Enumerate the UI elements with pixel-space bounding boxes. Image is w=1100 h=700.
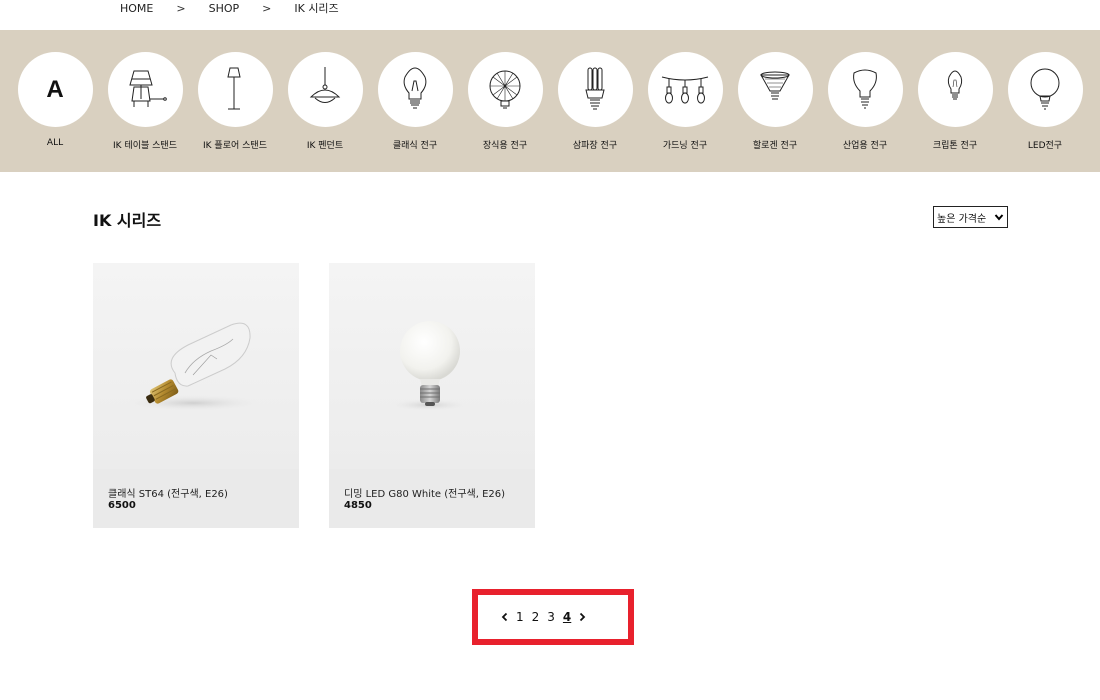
prev-page-button[interactable] [498,610,512,624]
product-image[interactable] [93,263,299,469]
industrial-bulb-icon [853,69,877,108]
sort-selected-value: 높은 가격순 [937,213,987,225]
category-label: 크립톤 전구 [932,141,978,151]
category-band: A ALL IK 테이블 스탠드 IK 플로어 스탠드 IK 펜던트 클래식 전… [0,30,1100,172]
chevron-left-icon [501,612,508,622]
decorative-bulb-icon [489,70,521,108]
category-ik-floor-stand[interactable]: IK 플로어 스탠드 [190,52,280,151]
category-circle [287,52,363,127]
all-letter-icon: A [46,75,64,103]
page-link-current[interactable]: 4 [563,610,571,624]
sort-select[interactable]: 높은 가격순 [933,206,1008,228]
category-circle [827,52,903,127]
category-label: 클래식 전구 [392,141,438,151]
category-krypton-bulb[interactable]: 크립톤 전구 [910,52,1000,151]
category-circle [737,52,813,127]
product-card[interactable]: 디밍 LED G80 White (전구색, E26) 4850 [329,263,535,528]
breadcrumb: HOME > SHOP > IK 시리즈 [120,0,339,16]
classic-bulb-icon [403,66,427,108]
category-circle [197,52,273,127]
category-label: LED전구 [1027,141,1063,151]
edison-bulb-icon [123,322,263,411]
category-decorative-bulb[interactable]: 장식용 전구 [460,52,550,151]
breadcrumb-shop[interactable]: SHOP [209,2,240,15]
table-stand-icon [129,70,167,107]
pagination: 1 2 3 4 [498,608,589,626]
category-led-bulb[interactable]: LED전구 [1000,52,1090,151]
category-circle [1007,52,1083,127]
category-circle [557,52,633,127]
category-halogen-bulb[interactable]: 할로겐 전구 [730,52,820,151]
breadcrumb-separator: > [176,1,186,15]
product-price: 4850 [344,500,372,511]
next-page-button[interactable] [575,610,589,624]
category-circle [377,52,453,127]
breadcrumb-separator: > [262,1,272,15]
page-link[interactable]: 2 [532,610,540,624]
product-name[interactable]: 디밍 LED G80 White (전구색, E26) [344,485,505,500]
globe-bulb-icon [389,321,469,411]
category-triple-wave-bulb[interactable]: 삼파장 전구 [550,52,640,151]
category-ik-pendant[interactable]: IK 펜던트 [280,52,370,151]
category-label: IK 플로어 스탠드 [203,141,267,151]
category-label: ALL [46,138,64,148]
pendant-icon [309,66,341,103]
chevron-down-icon [994,214,1004,221]
category-label: IK 펜던트 [306,141,344,151]
product-price: 6500 [108,500,136,511]
category-label: IK 테이블 스탠드 [113,141,177,151]
product-name[interactable]: 클래식 ST64 (전구색, E26) [108,485,228,500]
category-classic-bulb[interactable]: 클래식 전구 [370,52,460,151]
breadcrumb-home[interactable]: HOME [120,2,153,15]
category-industrial-bulb[interactable]: 산업용 전구 [820,52,910,151]
category-label: 장식용 전구 [482,141,528,151]
category-label: 할로겐 전구 [752,141,798,151]
category-circle [107,52,183,127]
floor-stand-icon [227,67,241,109]
category-label: 산업용 전구 [842,141,888,151]
product-card[interactable]: 클래식 ST64 (전구색, E26) 6500 [93,263,299,528]
product-image[interactable] [329,263,535,469]
breadcrumb-current[interactable]: IK 시리즈 [294,0,338,16]
page-link[interactable]: 3 [547,610,555,624]
triple-wave-bulb-icon [585,67,605,109]
led-bulb-icon [1030,68,1060,109]
halogen-bulb-icon [760,71,790,99]
chevron-right-icon [580,612,586,622]
category-label: 삼파장 전구 [572,141,618,151]
krypton-bulb-icon [947,69,963,99]
page-title: IK 시리즈 [93,211,162,230]
category-circle [467,52,543,127]
category-gardening-bulb[interactable]: 가드닝 전구 [640,52,730,151]
category-label: 가드닝 전구 [662,141,708,151]
category-all[interactable]: A ALL [10,52,100,148]
page-link[interactable]: 1 [516,610,524,624]
gardening-bulb-icon [661,76,709,103]
category-circle: A [17,52,93,127]
category-circle [647,52,723,127]
category-circle [917,52,993,127]
category-ik-table-stand[interactable]: IK 테이블 스탠드 [100,52,190,151]
